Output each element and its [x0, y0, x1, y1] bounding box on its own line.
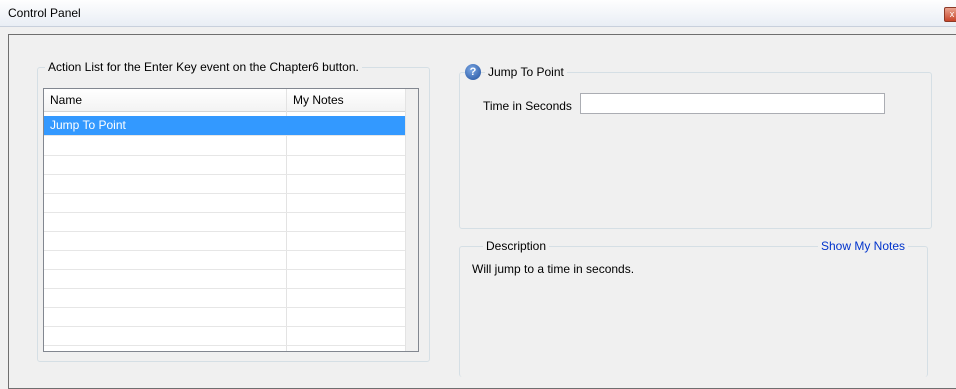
empty-row: [44, 174, 406, 194]
column-header-name[interactable]: Name: [44, 89, 287, 111]
empty-row: [44, 136, 406, 156]
empty-row: [44, 326, 406, 346]
window-title: Control Panel: [8, 6, 81, 20]
empty-row: [44, 193, 406, 213]
show-my-notes-link[interactable]: Show My Notes: [818, 239, 909, 253]
list-item-notes: [287, 116, 406, 135]
action-list-legend: Action List for the Enter Key event on t…: [45, 60, 362, 74]
list-header: Name My Notes: [44, 89, 418, 112]
empty-row: [44, 231, 406, 251]
time-in-seconds-label: Time in Seconds: [483, 99, 572, 113]
help-icon[interactable]: ?: [465, 64, 481, 80]
empty-row: [44, 307, 406, 327]
empty-row: [44, 269, 406, 289]
close-button[interactable]: x: [944, 7, 956, 22]
column-header-my-notes[interactable]: My Notes: [287, 89, 406, 111]
empty-row: [44, 212, 406, 232]
time-in-seconds-input[interactable]: [580, 93, 885, 114]
vertical-scrollbar[interactable]: [405, 89, 418, 351]
empty-row: [44, 155, 406, 175]
empty-row: [44, 288, 406, 308]
description-text: Will jump to a time in seconds.: [472, 262, 635, 276]
list-item-name: Jump To Point: [50, 118, 126, 132]
description-legend: Description: [483, 239, 550, 253]
empty-row: [44, 250, 406, 270]
list-item[interactable]: Jump To Point: [44, 116, 406, 136]
action-settings-legend: Jump To Point: [485, 65, 567, 79]
title-bar[interactable]: Control Panel x: [0, 0, 956, 27]
action-list-view[interactable]: Name My Notes Jump To Point: [43, 88, 419, 352]
control-panel-window: Control Panel x Action List for the Ente…: [0, 0, 956, 389]
